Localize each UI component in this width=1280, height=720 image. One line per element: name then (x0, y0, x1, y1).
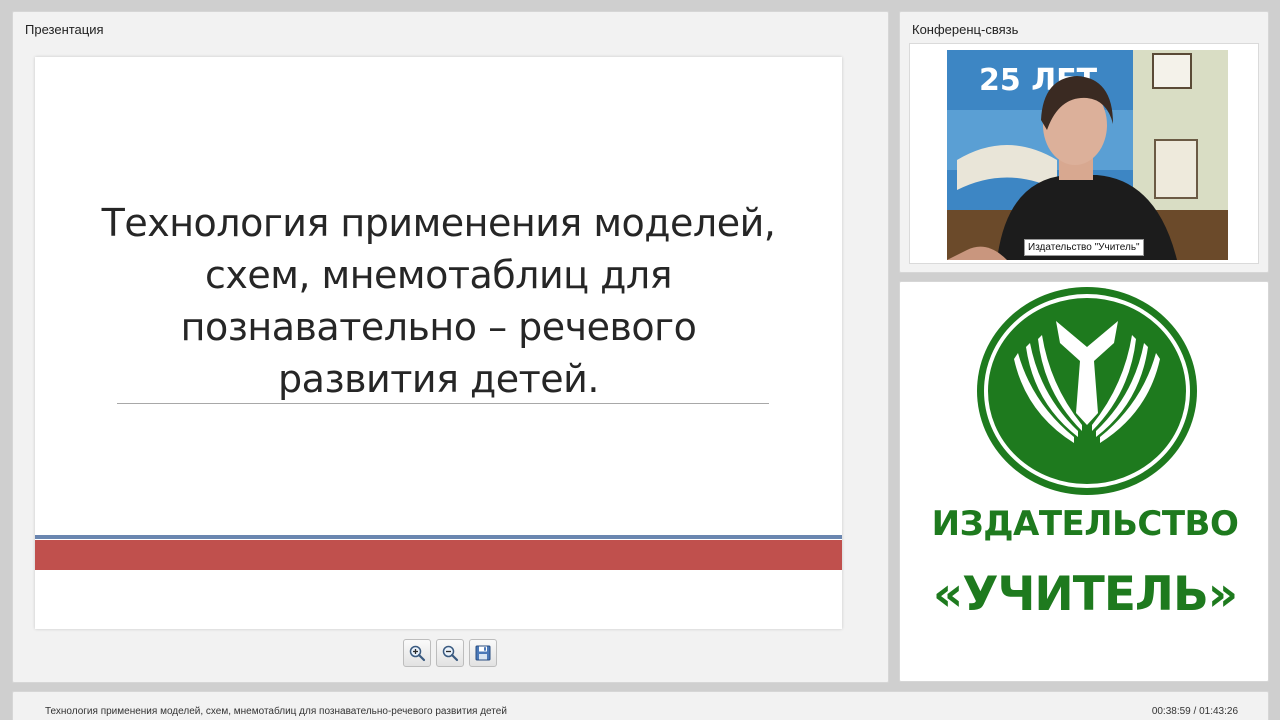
slide-stripe-red (35, 540, 842, 570)
logo-panel: ИЗДАТЕЛЬСТВО «УЧИТЕЛЬ» (899, 281, 1269, 682)
playback-time: 00:38:59 / 01:43:26 (1151, 706, 1238, 717)
slide-toolbar (403, 639, 497, 667)
slide-divider (117, 403, 769, 404)
slide: Технология применения моделей, схем, мне… (35, 57, 842, 629)
zoom-in-icon (409, 645, 426, 662)
logo-text-line1: ИЗДАТЕЛЬСТВО (931, 504, 1239, 544)
logo-text-line2: «УЧИТЕЛЬ» (932, 567, 1238, 622)
video-participant-label: Издательство "Учитель" (1024, 239, 1144, 256)
save-button[interactable] (469, 639, 497, 667)
save-icon (475, 645, 491, 661)
slide-title: Технология применения моделей, схем, мне… (101, 201, 776, 401)
conference-panel-title: Конференц-связь (912, 22, 1019, 37)
zoom-in-button[interactable] (403, 639, 431, 667)
presentation-panel-title: Презентация (25, 22, 104, 37)
slide-stripe-blue (35, 535, 842, 539)
bottom-bar: Технология применения моделей, схем, мне… (12, 691, 1269, 720)
webcam-video[interactable]: 25 ЛЕТ Издательство "Учитель" (947, 50, 1228, 260)
zoom-out-icon (442, 645, 459, 662)
zoom-out-button[interactable] (436, 639, 464, 667)
conference-panel: Конференц-связь 25 ЛЕТ Издательство "Учи… (899, 11, 1269, 273)
video-container: 25 ЛЕТ Издательство "Учитель" (909, 43, 1259, 264)
webcam-scene: 25 ЛЕТ (947, 50, 1228, 260)
recording-title: Технология применения моделей, схем, мне… (45, 706, 507, 717)
presentation-panel: Презентация Технология применения моделе… (12, 11, 889, 683)
publisher-logo-icon (977, 287, 1197, 495)
